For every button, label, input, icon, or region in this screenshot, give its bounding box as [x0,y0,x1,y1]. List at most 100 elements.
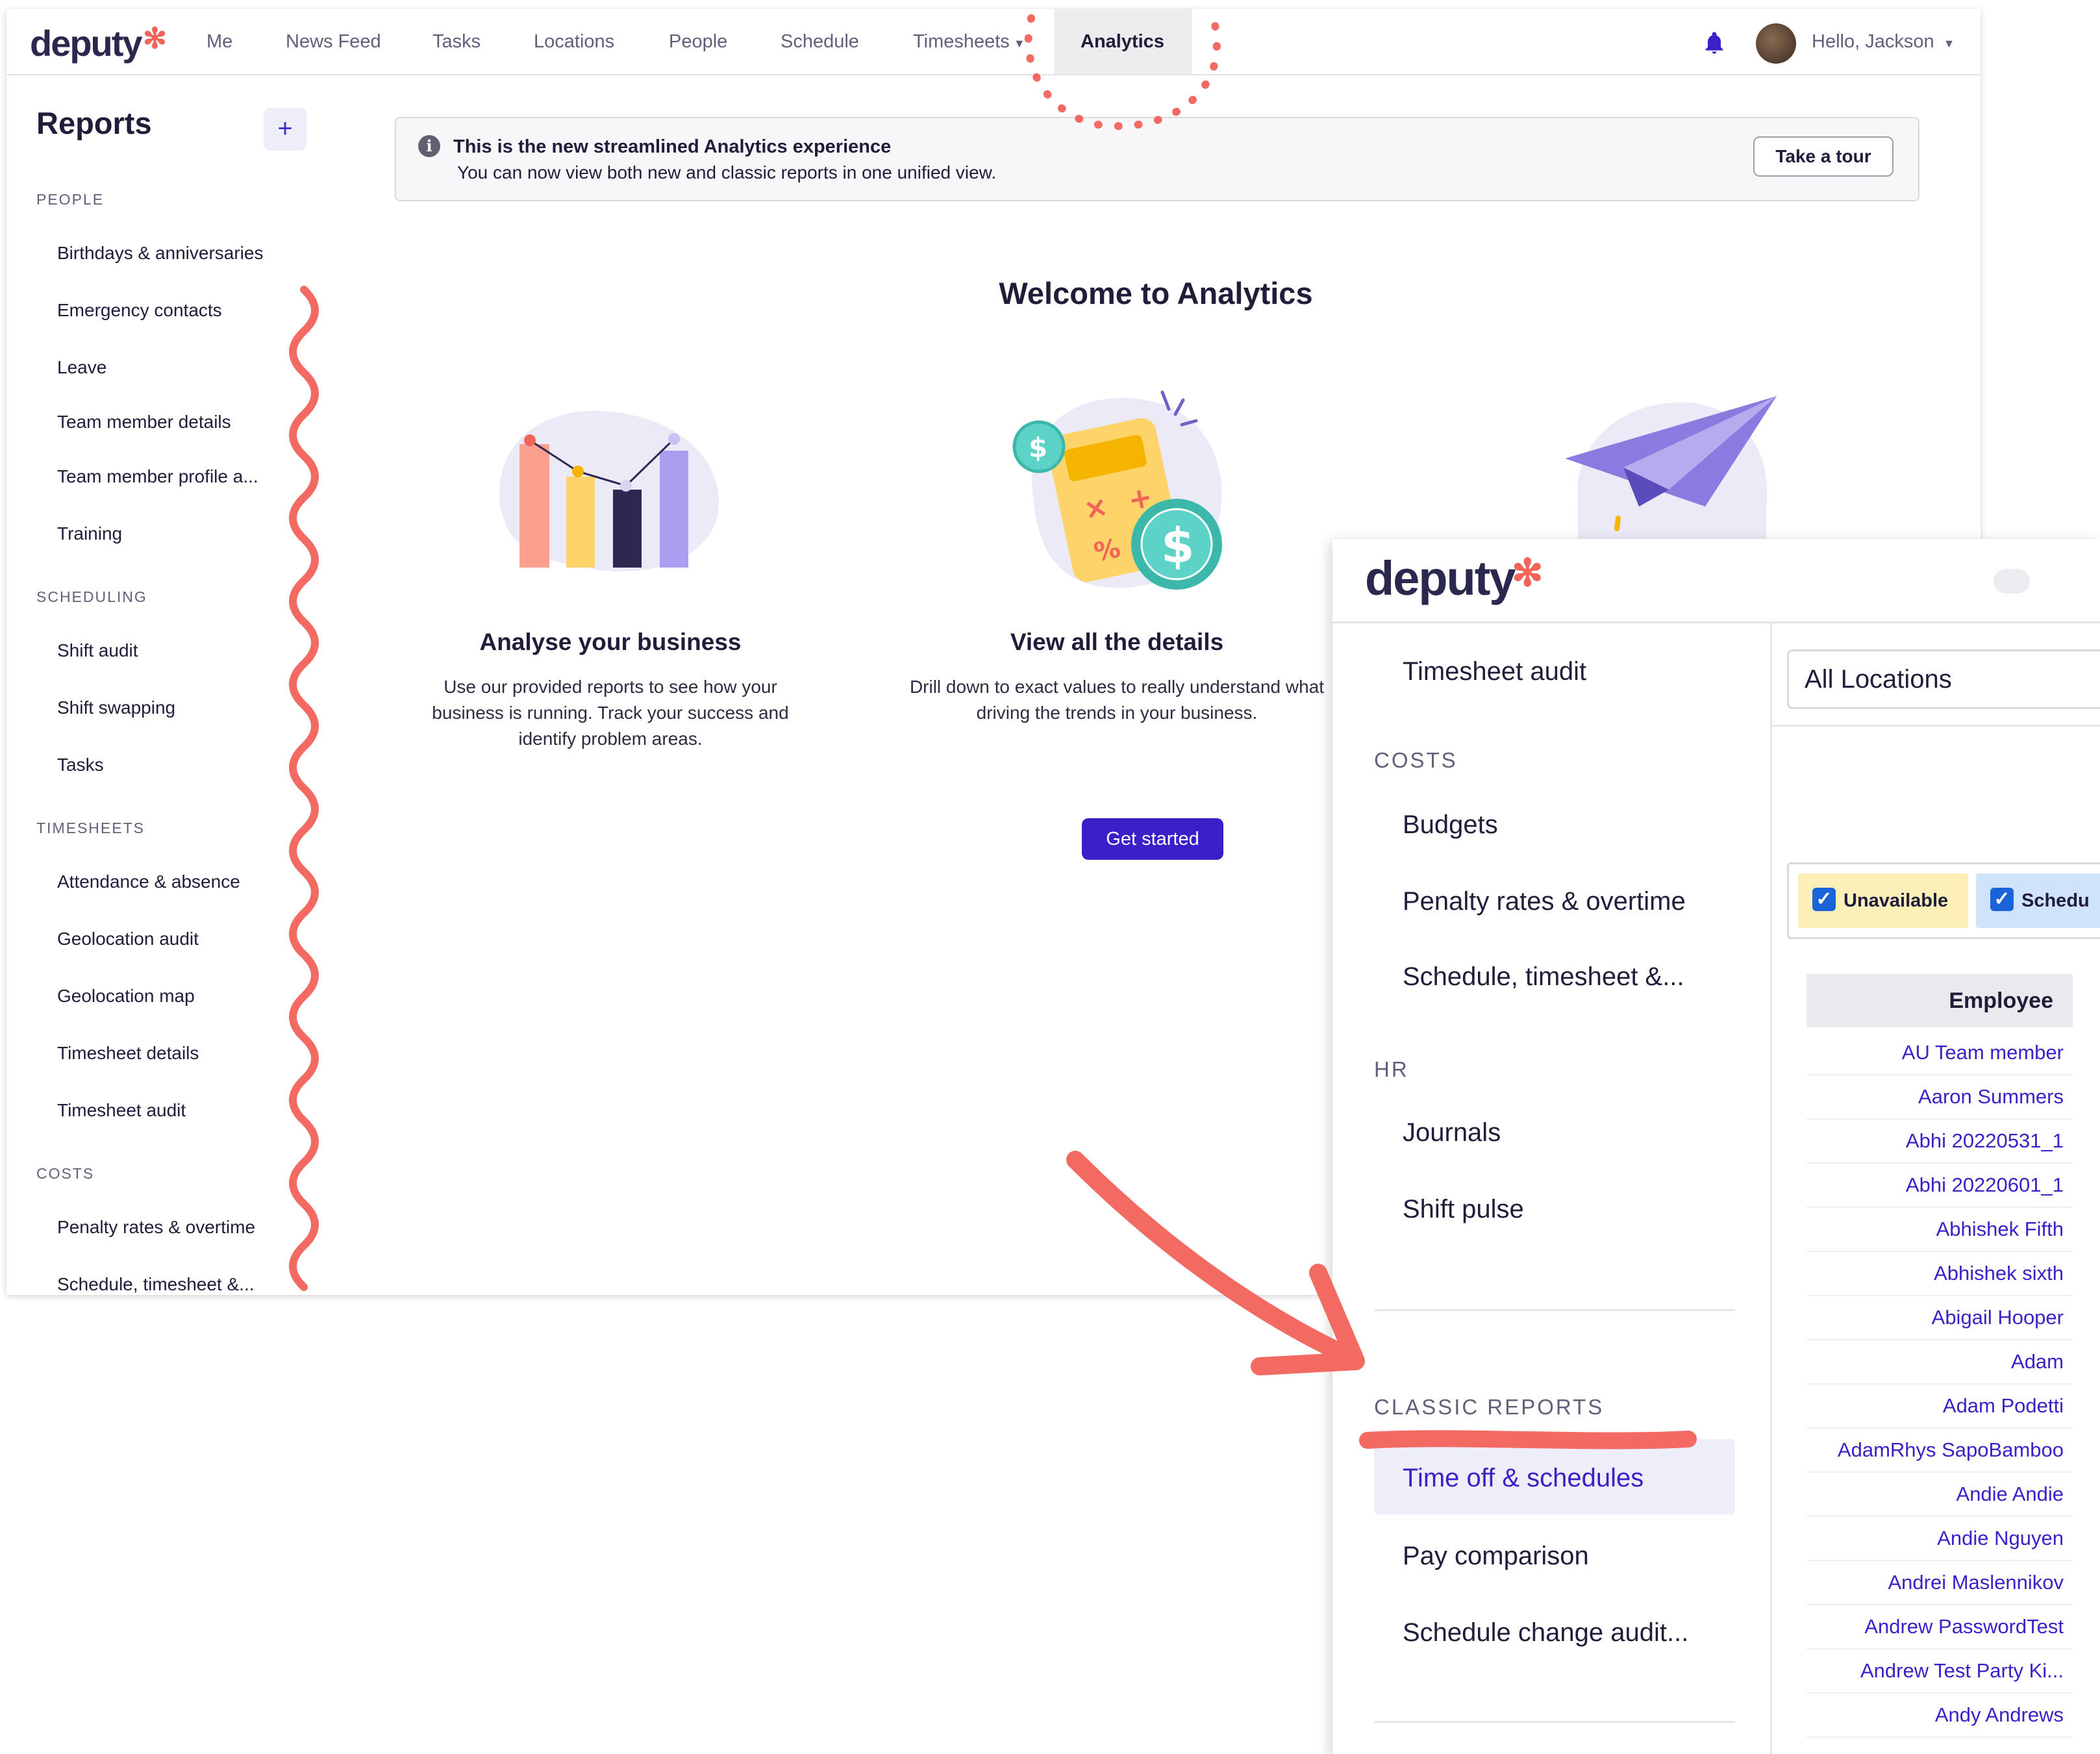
checkbox-checked-icon[interactable]: ✓ [1812,888,1836,911]
sidebar-item[interactable]: Birthdays & anniversaries [57,243,263,264]
table-row[interactable]: AU Team member [1806,1031,2073,1075]
nav-people[interactable]: People [669,9,727,74]
checkbox-checked-icon[interactable]: ✓ [1990,888,2014,911]
inset-item[interactable]: Journals [1403,1118,1501,1147]
calculator-illustration: × + % $ $ [1012,390,1222,590]
nav-timesheets[interactable]: Timesheets ▼ [913,9,1025,74]
feature-text-line: business is running. Track your success … [432,703,789,723]
feature-text-line: Use our provided reports to see how your [444,677,777,697]
filter-label: Schedu [2021,890,2090,911]
take-a-tour-button[interactable]: Take a tour [1753,136,1894,177]
analytics-chart-illustration [499,410,719,572]
inset-heading-hr: HR [1374,1057,1409,1081]
table-row[interactable]: Andie Andie [1806,1473,2073,1517]
bell-icon[interactable] [1701,30,1727,56]
table-row[interactable]: Abhishek sixth [1806,1252,2073,1296]
chevron-down-icon: ▼ [1943,37,1955,50]
nav-schedule[interactable]: Schedule [781,9,859,74]
inset-item-time-off-schedules[interactable]: Time off & schedules [1403,1464,1644,1493]
sidebar-item[interactable]: Timesheet details [57,1043,199,1064]
sidebar-item[interactable]: Shift swapping [57,697,175,718]
section-heading-scheduling: SCHEDULING [36,588,147,605]
inset-item[interactable]: Schedule change audit... [1403,1618,1688,1648]
filter-legend: ✓ Unavailable ✓ Schedu [1787,862,2100,939]
table-row[interactable]: Aaron Summers [1806,1075,2073,1120]
location-select[interactable]: All Locations [1787,649,2100,709]
deputy-logo-star-icon: ✻ [1512,552,1544,594]
nav-tasks[interactable]: Tasks [432,9,481,74]
feature-text-analyse: Use our provided reports to see how your… [396,674,825,752]
avatar[interactable] [1756,23,1796,64]
table-row[interactable]: AdamRhys SapoBamboo [1806,1429,2073,1473]
sidebar-item[interactable]: Shift audit [57,640,138,661]
nav-news-feed[interactable]: News Feed [286,9,381,74]
banner-text: You can now view both new and classic re… [457,162,997,182]
deputy-logo[interactable]: deputy [1365,551,1516,606]
feature-title-analyse: Analyse your business [479,629,742,655]
get-started-button[interactable]: Get started [1082,818,1223,860]
feature-text-line: identify problem areas. [518,729,703,749]
table-row[interactable]: Adam [1806,1340,2073,1384]
inset-header: deputy ✻ [1332,539,2100,623]
deputy-logo[interactable]: deputy [30,22,143,64]
info-banner: i This is the new streamlined Analytics … [395,117,1919,201]
section-divider [1374,1309,1735,1311]
svg-text:$: $ [1029,432,1047,464]
feature-text-line: driving the trends in your business. [976,703,1258,723]
table-row[interactable]: Andy Andrews [1806,1694,2073,1738]
toggle-switch[interactable] [1994,569,2030,594]
sidebar-item[interactable]: Team member details [57,412,231,432]
feature-text-details: Drill down to exact values to really und… [864,674,1370,726]
zoomed-reports-panel: deputy ✻ Timesheet audit COSTS Budgets P… [1332,539,2100,1754]
section-heading-timesheets: TIMESHEETS [36,820,145,836]
sidebar-item[interactable]: Team member profile a... [57,466,258,487]
sidebar-item[interactable]: Schedule, timesheet &... [57,1274,255,1295]
nav-me[interactable]: Me [206,9,232,74]
table-row[interactable]: Andrew Test Party Ki... [1806,1649,2073,1694]
sidebar-item[interactable]: Tasks [57,755,104,775]
nav-analytics[interactable]: Analytics [1055,9,1192,74]
feature-title-details: View all the details [1010,629,1224,655]
section-heading-people: PEOPLE [36,191,105,208]
inset-item[interactable]: Penalty rates & overtime [1403,887,1686,916]
sidebar-item[interactable]: Timesheet audit [57,1100,186,1121]
table-header-employee[interactable]: Employee [1806,974,2073,1027]
inset-item[interactable]: Shift pulse [1403,1195,1524,1224]
sidebar-item[interactable]: Training [57,523,122,544]
filter-unavailable[interactable]: ✓ Unavailable [1798,873,1968,928]
sidebar-item[interactable]: Leave [57,357,106,378]
sidebar-item[interactable]: Attendance & absence [57,871,240,892]
banner-title: This is the new streamlined Analytics ex… [453,136,892,157]
section-heading-costs: COSTS [36,1165,95,1182]
top-navigation: deputy ✻ Me News Feed Tasks Locations Pe… [6,9,1981,75]
table-row[interactable]: Abhishek Fifth [1806,1208,2073,1252]
table-row[interactable]: Andie Nguyen [1806,1517,2073,1561]
inset-heading-costs: COSTS [1374,748,1458,772]
table-row[interactable]: Abhi 20220531_1 [1806,1120,2073,1164]
inset-item[interactable]: Pay comparison [1403,1542,1589,1571]
table-row[interactable]: Abigail Hooper [1806,1296,2073,1340]
filter-scheduled[interactable]: ✓ Schedu [1976,873,2100,928]
toolbar-divider [1771,725,2100,727]
table-row[interactable]: Abhi 20220601_1 [1806,1164,2073,1208]
table-row[interactable]: Andrei Maslennikov [1806,1561,2073,1605]
inset-item-timesheet-audit[interactable]: Timesheet audit [1403,657,1586,686]
paper-plane-illustration [1565,396,1777,555]
info-icon: i [418,135,440,157]
sidebar-item[interactable]: Geolocation audit [57,929,199,949]
nav-locations[interactable]: Locations [534,9,614,74]
sidebar-item[interactable]: Penalty rates & overtime [57,1217,255,1238]
add-report-button[interactable]: + [264,108,306,151]
panel-divider [1770,623,1772,1754]
user-menu[interactable]: Hello, Jackson ▼ [1812,9,1955,74]
chevron-down-icon: ▼ [1013,37,1025,50]
reports-sidebar: Reports + PEOPLE Birthdays & anniversari… [6,77,312,1295]
inset-heading-classic-reports: CLASSIC REPORTS [1374,1395,1605,1419]
user-greeting: Hello, Jackson [1812,31,1934,52]
inset-item[interactable]: Budgets [1403,810,1498,840]
sidebar-item[interactable]: Geolocation map [57,986,195,1007]
inset-item[interactable]: Schedule, timesheet &... [1403,962,1684,992]
table-row[interactable]: Adam Podetti [1806,1384,2073,1429]
deputy-logo-star-icon: ✻ [143,23,167,55]
table-row[interactable]: Andrew PasswordTest [1806,1605,2073,1649]
